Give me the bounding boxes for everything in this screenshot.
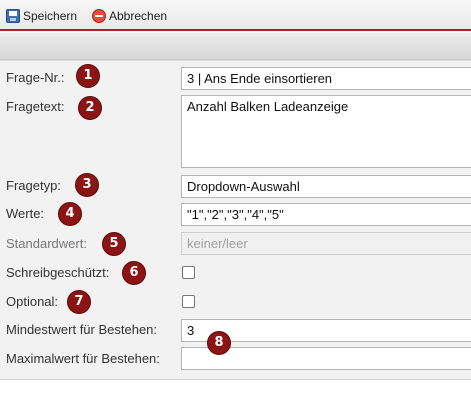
question-text-area[interactable]: Anzahl Balken Ladeanzeige xyxy=(181,95,471,168)
question-number-field[interactable]: 3 | Ans Ende einsortieren xyxy=(181,67,471,90)
cancel-circle-icon xyxy=(92,9,106,23)
cancel-button[interactable]: Abbrechen xyxy=(92,8,167,24)
footer-area xyxy=(0,380,471,414)
values-field[interactable]: "1","2","3","4","5" xyxy=(181,203,471,226)
annotation-badge: 2 xyxy=(78,96,102,120)
default-value-field[interactable]: keiner/leer xyxy=(181,232,471,255)
annotation-badge: 6 xyxy=(122,261,146,285)
max-pass-label: Maximalwert für Bestehen: xyxy=(6,351,160,366)
annotation-badge: 5 xyxy=(102,232,126,256)
read-only-label: Schreibgeschützt: xyxy=(6,265,110,280)
save-button[interactable]: Speichern xyxy=(6,8,77,24)
annotation-badge: 4 xyxy=(58,202,82,226)
annotation-badge: 1 xyxy=(76,64,100,88)
annotation-badge: 7 xyxy=(67,290,91,314)
read-only-checkbox[interactable] xyxy=(182,266,195,279)
cancel-label: Abbrechen xyxy=(109,9,168,23)
default-value-label: Standardwert: xyxy=(6,236,87,251)
question-number-label: Frage-Nr.: xyxy=(6,70,65,85)
question-type-label: Fragetyp: xyxy=(6,178,61,193)
annotation-badge: 8 xyxy=(207,331,231,355)
optional-checkbox[interactable] xyxy=(182,295,195,308)
min-pass-label: Mindestwert für Bestehen: xyxy=(6,322,158,337)
panel-header-bar xyxy=(0,33,471,60)
question-type-dropdown[interactable]: Dropdown-Auswahl xyxy=(181,175,471,198)
optional-label: Optional: xyxy=(6,294,59,309)
question-text-label: Fragetext: xyxy=(6,99,65,114)
toolbar: Speichern Abbrechen xyxy=(0,0,471,31)
floppy-disk-icon xyxy=(6,9,20,23)
annotation-badge: 3 xyxy=(75,173,99,197)
values-label: Werte: xyxy=(6,206,45,221)
save-label: Speichern xyxy=(23,9,78,23)
